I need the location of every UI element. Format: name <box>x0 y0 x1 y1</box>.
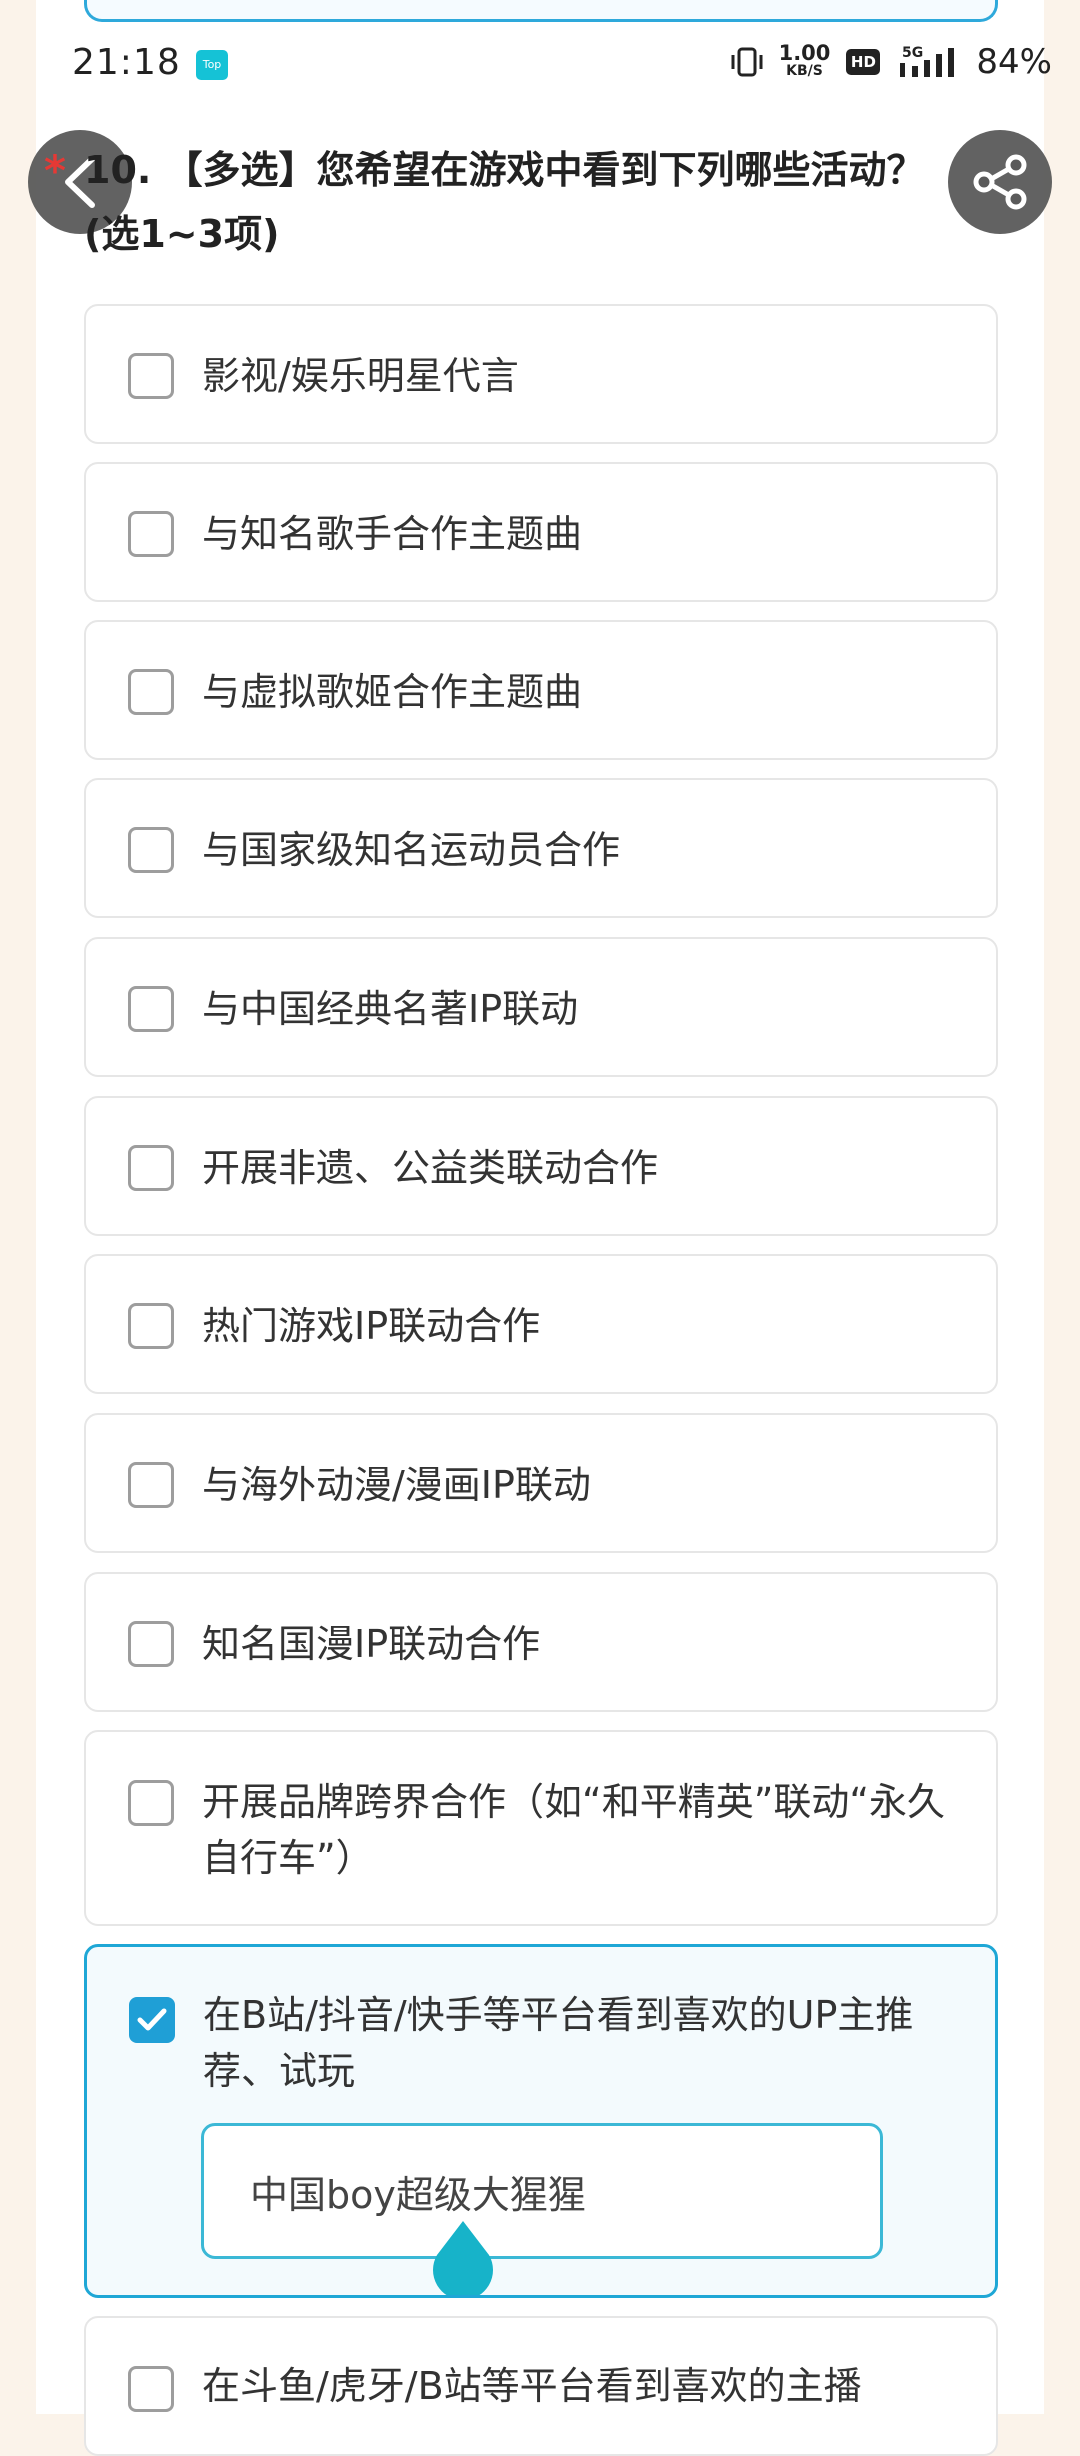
option-label: 热门游戏IP联动合作 <box>202 1304 541 1348</box>
checkbox[interactable] <box>128 1780 174 1826</box>
share-button[interactable] <box>948 130 1052 234</box>
option-8[interactable]: 与海外动漫/漫画IP联动 <box>84 1413 998 1553</box>
status-time: 21:18 <box>72 42 181 83</box>
net-speed-value: 1.00 <box>778 41 831 65</box>
battery-level: 84% <box>976 42 1052 82</box>
option-label: 在斗鱼/虎牙/B站等平台看到喜欢的主播 <box>202 2364 862 2408</box>
checkbox[interactable] <box>128 1462 174 1508</box>
option-label: 与中国经典名著IP联动 <box>202 987 579 1031</box>
checkmark-icon <box>137 2008 167 2031</box>
option-11[interactable]: 在B站/抖音/快手等平台看到喜欢的UP主推荐、试玩 中国boy超级大猩猩 <box>84 1944 998 2298</box>
option-label: 在B站/抖音/快手等平台看到喜欢的UP主推荐、试玩 <box>203 1993 914 2093</box>
progress-bar <box>84 0 998 22</box>
option-4[interactable]: 与国家级知名运动员合作 <box>84 778 998 918</box>
option-label: 影视/娱乐明星代言 <box>202 354 519 398</box>
option-2[interactable]: 与知名歌手合作主题曲 <box>84 462 998 602</box>
other-input-value: 中国boy超级大猩猩 <box>250 2173 586 2217</box>
option-3[interactable]: 与虚拟歌姬合作主题曲 <box>84 620 998 760</box>
checkbox[interactable] <box>128 353 174 399</box>
option-label: 开展品牌跨界合作（如“和平精英”联动“永久自行车”） <box>202 1780 946 1880</box>
required-mark: * <box>44 146 66 195</box>
checkbox[interactable] <box>128 1303 174 1349</box>
signal-5g-icon: 5G <box>900 45 955 77</box>
option-7[interactable]: 热门游戏IP联动合作 <box>84 1254 998 1394</box>
option-label: 开展非遗、公益类联动合作 <box>202 1146 659 1190</box>
option-label: 与海外动漫/漫画IP联动 <box>202 1463 591 1507</box>
share-icon <box>973 154 1027 210</box>
checkbox[interactable] <box>128 1621 174 1667</box>
option-label: 与国家级知名运动员合作 <box>202 828 621 872</box>
option-label: 知名国漫IP联动合作 <box>202 1622 541 1666</box>
option-label: 与虚拟歌姬合作主题曲 <box>202 670 583 714</box>
option-10[interactable]: 开展品牌跨界合作（如“和平精英”联动“永久自行车”） <box>84 1730 998 1926</box>
option-1[interactable]: 影视/娱乐明星代言 <box>84 304 998 444</box>
option-12[interactable]: 在斗鱼/虎牙/B站等平台看到喜欢的主播 <box>84 2316 998 2456</box>
status-right: 1.00 KB/S HD 5G 84% <box>729 42 1052 82</box>
net-speed-unit: KB/S <box>786 63 823 79</box>
app-badge-icon: Top <box>196 50 228 80</box>
vibrate-icon <box>731 47 763 77</box>
hd-icon: HD <box>846 49 881 75</box>
question-title: 10. 【多选】您希望在游戏中看到下列哪些活动？ (选1~3项) <box>84 148 925 256</box>
option-5[interactable]: 与中国经典名著IP联动 <box>84 937 998 1077</box>
status-bar: 21:18 Top 1.00 KB/S HD 5G 84% <box>0 30 1080 100</box>
checkbox[interactable] <box>128 2366 174 2412</box>
checkbox[interactable] <box>128 827 174 873</box>
net-speed: 1.00 KB/S <box>778 41 831 80</box>
text-cursor-handle-icon[interactable] <box>431 2219 495 2295</box>
checkbox[interactable] <box>128 1145 174 1191</box>
svg-text:5G: 5G <box>902 45 923 61</box>
option-label: 与知名歌手合作主题曲 <box>202 512 583 556</box>
checkbox[interactable] <box>128 669 174 715</box>
option-6[interactable]: 开展非遗、公益类联动合作 <box>84 1096 998 1236</box>
option-9[interactable]: 知名国漫IP联动合作 <box>84 1572 998 1712</box>
other-text-input[interactable]: 中国boy超级大猩猩 <box>201 2123 883 2259</box>
checkbox-checked[interactable] <box>129 1997 175 2043</box>
checkbox[interactable] <box>128 986 174 1032</box>
checkbox[interactable] <box>128 511 174 557</box>
